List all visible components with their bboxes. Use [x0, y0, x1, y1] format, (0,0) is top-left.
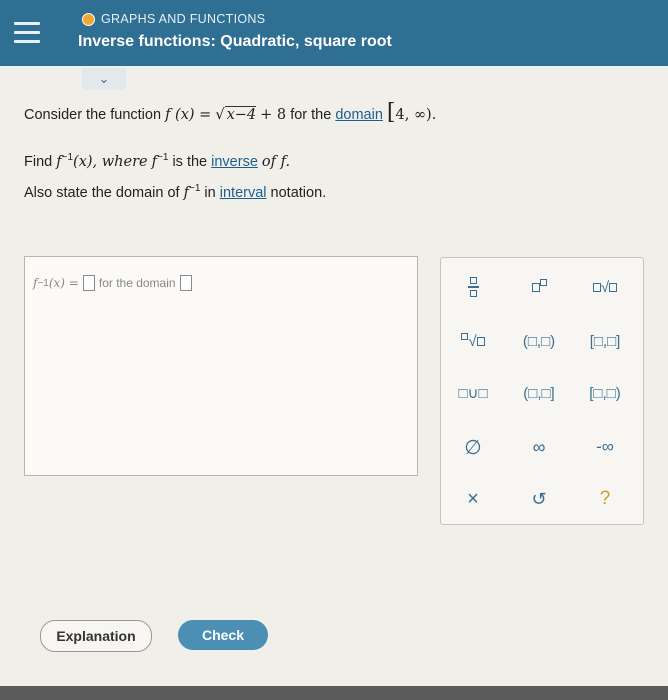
app-header: GRAPHS AND FUNCTIONS Inverse functions: … [0, 0, 668, 66]
clear-button[interactable]: × [443, 482, 503, 516]
lesson-title: Inverse functions: Quadratic, square roo… [78, 33, 392, 50]
inverse-function-input[interactable] [82, 275, 95, 291]
sqrt-icon: √ [215, 107, 225, 123]
empty-set-icon: ∅ [464, 436, 482, 459]
notation-text: notation. [270, 184, 327, 201]
also-text: Also state the domain of [24, 184, 180, 201]
explanation-button[interactable]: Explanation [40, 620, 152, 652]
half-open-left-label: (□,□] [523, 384, 555, 402]
domain-link[interactable]: domain [335, 107, 383, 123]
topic-row: GRAPHS AND FUNCTIONS [82, 12, 265, 26]
collapse-toggle-button[interactable]: ⌄ [82, 68, 126, 90]
exponent-icon [531, 278, 547, 296]
union-button[interactable]: □∪□ [443, 376, 503, 410]
problem-statement: Consider the function f (x) = √ x−4 + 8 f… [24, 100, 436, 125]
plus-constant: + 8 [260, 107, 287, 123]
half-open-left-button[interactable]: (□,□] [509, 376, 569, 410]
answer-area[interactable]: f −1 (x) = for the domain [24, 256, 418, 476]
find-statement: Find f−1(x), where f−1 is the inverse of… [24, 152, 290, 170]
exponent-button[interactable] [509, 270, 569, 304]
inverse-sup: −1 [61, 152, 74, 163]
infinity-button[interactable]: ∞ [509, 430, 569, 464]
math-keypad: √ √ (□,□) [□,□] □∪□ (□,□] [□,□) ∅ ∞ -∞ ×… [440, 257, 644, 525]
in-text: in [204, 184, 216, 201]
sqrt-button[interactable]: √ [575, 270, 635, 304]
negative-infinity-button[interactable]: -∞ [575, 430, 635, 464]
inverse-sup-3: −1 [188, 183, 201, 194]
answer-inverse-sup: −1 [37, 277, 49, 289]
sqrt-key-icon: √ [592, 279, 618, 296]
undo-button[interactable]: ↺ [509, 482, 569, 516]
bottom-bezel [0, 686, 668, 700]
domain-input[interactable] [179, 275, 192, 291]
negative-infinity-icon: -∞ [596, 437, 614, 456]
nth-root-icon: √ [461, 332, 485, 350]
fraction-button[interactable] [443, 270, 503, 304]
open-interval-label: (□,□) [522, 332, 556, 350]
check-button[interactable]: Check [178, 620, 268, 650]
answer-lhs-x: (x) = [48, 276, 79, 290]
chevron-down-icon: ⌄ [98, 71, 110, 86]
topic-status-icon [82, 12, 95, 26]
inverse-link[interactable]: inverse [211, 154, 258, 170]
infinity-icon: ∞ [532, 436, 546, 457]
help-button[interactable]: ? [575, 482, 635, 516]
topic-label: GRAPHS AND FUNCTIONS [101, 12, 266, 26]
interval-link[interactable]: interval [220, 185, 267, 201]
closed-interval-label: [□,□] [589, 332, 621, 350]
left-bracket: [ [386, 100, 396, 125]
for-domain-label: for the domain [98, 276, 176, 290]
x-where-text: (x), where [73, 153, 148, 170]
open-interval-button[interactable]: (□,□) [509, 324, 569, 358]
closed-interval-button[interactable]: [□,□] [575, 324, 635, 358]
problem-intro: Consider the function [24, 107, 162, 123]
find-text: Find [24, 153, 53, 170]
undo-icon: ↺ [531, 488, 547, 509]
domain-statement: Also state the domain of f−1 in interval… [24, 183, 326, 201]
half-open-right-button[interactable]: [□,□) [575, 376, 635, 410]
for-the-text: for the [290, 107, 332, 123]
help-icon: ? [599, 488, 611, 509]
empty-set-button[interactable]: ∅ [443, 430, 503, 464]
radicand: x−4 [224, 106, 257, 123]
function-lhs: f (x) = [165, 107, 212, 123]
is-the-text: is the [172, 153, 208, 170]
hamburger-menu-icon[interactable] [14, 22, 40, 44]
answer-expression: f −1 (x) = for the domain [33, 275, 196, 291]
fraction-icon [467, 277, 479, 297]
of-f-text: of f. [261, 153, 291, 170]
domain-value: 4, ∞). [395, 107, 437, 123]
nth-root-button[interactable]: √ [443, 324, 503, 358]
union-label: □∪□ [458, 385, 488, 402]
inverse-sup-2: −1 [157, 152, 169, 163]
close-icon: × [467, 487, 479, 510]
half-open-right-label: [□,□) [589, 384, 621, 402]
